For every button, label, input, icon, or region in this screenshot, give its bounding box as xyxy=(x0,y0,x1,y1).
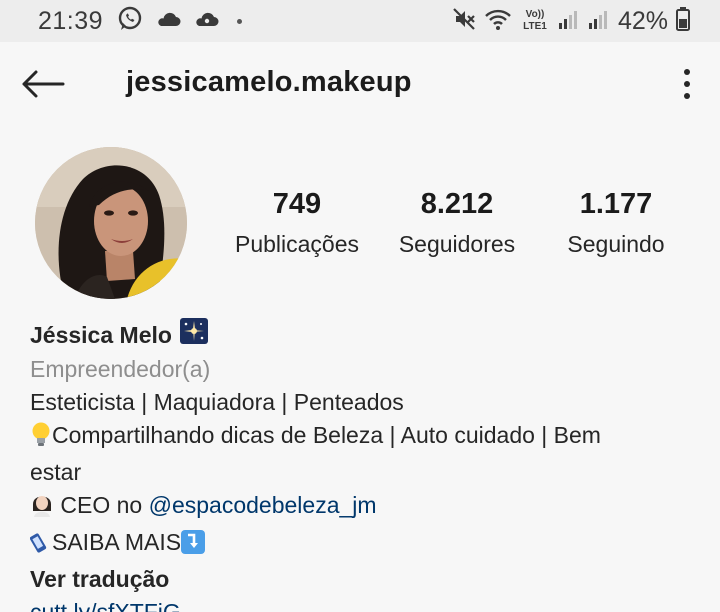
arrow-left-icon xyxy=(22,70,65,98)
stat-following[interactable]: 1.177 Seguindo xyxy=(562,188,670,258)
following-label: Seguindo xyxy=(567,231,665,257)
following-count: 1.177 xyxy=(579,188,653,220)
bio-line-tips: Compartilhando dicas de Beleza | Auto cu… xyxy=(30,419,690,456)
stat-posts[interactable]: 749 Publicações xyxy=(230,188,364,258)
lightbulb-icon xyxy=(30,421,52,456)
bio-tips-text: Compartilhando dicas de Beleza | Auto cu… xyxy=(52,422,601,448)
mobile-phone-icon xyxy=(29,528,52,563)
status-time: 21:39 xyxy=(38,6,104,35)
profile-username: jessicamelo.makeup xyxy=(126,66,412,98)
ceo-prefix: CEO no xyxy=(60,492,149,518)
bio-line-wrap: estar xyxy=(30,459,82,485)
saiba-mais-text: SAIBA MAIS xyxy=(52,529,182,555)
battery-icon xyxy=(676,6,690,36)
status-bar: 21:39 Vo)) LTE1 42% xyxy=(0,0,720,42)
profile-full-name: Jéssica Melo xyxy=(30,322,172,348)
more-options-button[interactable] xyxy=(670,64,704,104)
battery-percentage: 42% xyxy=(617,6,668,35)
svg-text:LTE1: LTE1 xyxy=(523,21,547,32)
signal-icon-2 xyxy=(588,8,610,35)
more-dot xyxy=(684,81,690,87)
woman-technologist-icon xyxy=(30,491,54,526)
more-dot xyxy=(684,93,690,99)
posts-label: Publicações xyxy=(234,231,360,257)
more-dot xyxy=(684,69,690,75)
cloud-sync-icon xyxy=(193,10,219,33)
business-mention-link[interactable]: @espacodebeleza_jm xyxy=(149,492,377,518)
arrow-down-turn-icon xyxy=(181,530,206,563)
see-translation-button[interactable]: Ver tradução xyxy=(30,563,690,596)
whatsapp-icon xyxy=(117,6,143,37)
bio-line: Esteticista | Maquiadora | Penteados xyxy=(30,389,404,415)
notification-dot xyxy=(237,18,243,24)
wifi-icon xyxy=(484,7,512,36)
volte-lte-icon: Vo)) LTE1 xyxy=(520,6,550,37)
profile-bio: Jéssica Melo Empreendedor(a) Esteticista… xyxy=(29,318,690,612)
bio-ceo-line: CEO no @espacodebeleza_jm xyxy=(30,489,690,526)
profile-category: Empreendedor(a) xyxy=(30,356,211,382)
bio-saiba-mais-line: SAIBA MAIS xyxy=(29,526,690,563)
mute-icon xyxy=(452,7,476,36)
profile-header: jessicamelo.makeup xyxy=(0,42,720,126)
signal-icon-1 xyxy=(558,8,580,35)
back-button[interactable] xyxy=(16,62,68,106)
followers-label: Seguidores xyxy=(398,231,516,257)
posts-count: 749 xyxy=(272,188,322,220)
followers-count: 8.212 xyxy=(420,188,494,220)
stat-followers[interactable]: 8.212 Seguidores xyxy=(393,188,521,258)
sparkle-night-icon xyxy=(179,318,208,353)
cloud-icon xyxy=(155,10,181,33)
profile-avatar[interactable] xyxy=(35,147,187,299)
bio-website-link[interactable]: cutt.ly/sfXTFjG xyxy=(30,596,690,612)
svg-text:Vo)): Vo)) xyxy=(526,9,545,20)
bio-name-row: Jéssica Melo xyxy=(30,318,690,353)
